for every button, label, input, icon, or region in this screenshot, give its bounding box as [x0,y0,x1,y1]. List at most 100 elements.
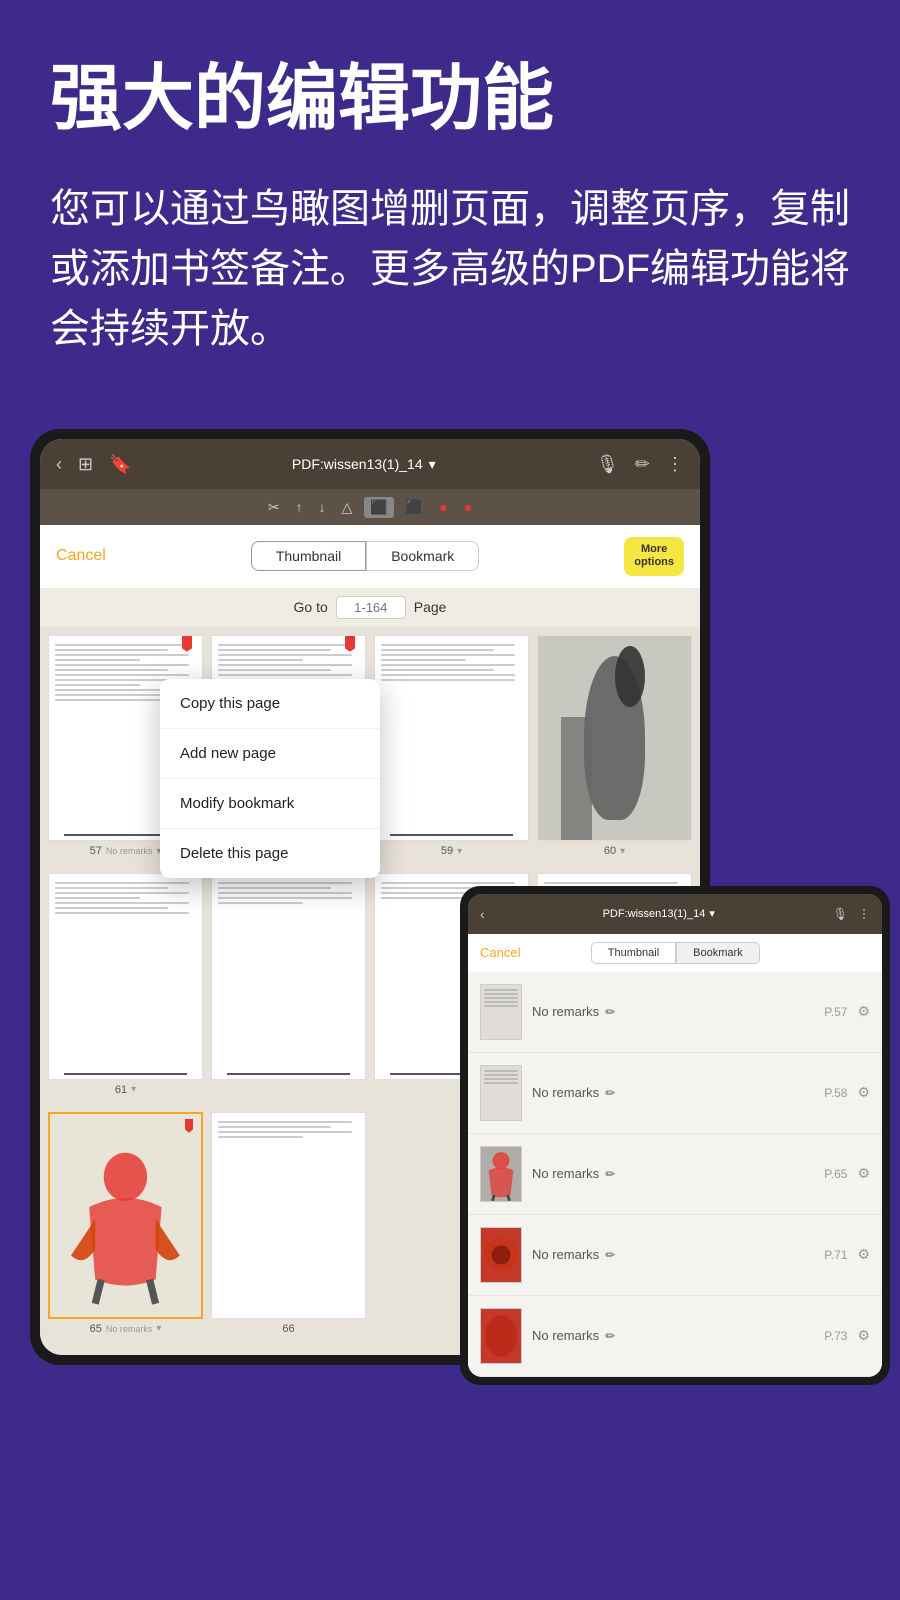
text-line [484,1078,518,1080]
tablet2-thumbnail-tab[interactable]: Thumbnail [591,942,676,964]
bookmark-text: No remarks [532,1085,599,1100]
edit-icon[interactable]: ✏ [605,1329,615,1343]
list-item[interactable]: No remarks ✏ P.65 ⚙ [468,1134,882,1215]
tool-6[interactable]: ⬛ [402,495,427,520]
text-line [381,659,466,661]
text-line [218,1131,352,1133]
edit-icon[interactable]: ✏ [605,1086,615,1100]
text-line [55,669,168,671]
cancel-button[interactable]: Cancel [56,547,106,565]
thumbnail-tab[interactable]: Thumbnail [251,541,366,571]
text-line [218,1126,331,1128]
tablet2-tabs: Thumbnail Bookmark [591,942,760,964]
page-number-label: 60 ▾ [604,845,625,857]
tablet2-bookmark-tab[interactable]: Bookmark [676,942,760,964]
gear-icon[interactable]: ⚙ [857,1246,870,1263]
bookmark-label: No remarks ✏ [532,1247,814,1262]
page-underline [64,1073,186,1075]
text-line [218,897,352,899]
figure-svg [65,1134,186,1316]
page-65-thumb[interactable] [48,1112,203,1319]
edit-icon[interactable]: ✏ [605,1005,615,1019]
pdf-title-2: PDF:wissen13(1)_14 [603,908,706,920]
list-item[interactable]: 66 [211,1112,366,1335]
copy-page-item[interactable]: Copy this page [160,679,380,729]
pdf-title: PDF:wissen13(1)_14 [292,456,423,472]
text-line [484,1005,518,1007]
mic-icon-2[interactable]: 🎙 [833,907,848,921]
mic-icon[interactable]: 🎙 [596,454,619,475]
bookmark-page: P.73 [824,1329,847,1343]
list-item[interactable]: 65 No remarks ▾ [48,1112,203,1335]
page-60-thumb[interactable] [537,635,692,842]
gear-icon[interactable]: ⚙ [857,1003,870,1020]
tool-4[interactable]: △ [338,495,357,520]
thumbnail-header: Cancel Thumbnail Bookmark More options [40,525,700,587]
page-59-thumb[interactable] [374,635,529,842]
text-line [218,1136,303,1138]
list-item[interactable] [211,873,366,1096]
list-item[interactable]: 61 ▾ [48,873,203,1096]
tool-8[interactable]: ● [460,495,476,519]
text-line [218,644,352,646]
page-content [375,636,528,841]
bookmark-thumb-73 [480,1308,522,1364]
text-line [55,659,140,661]
topbar-center: PDF:wissen13(1)_14 ▾ [292,456,436,473]
thumb-content [481,1066,521,1090]
edit-icon[interactable]: ✏ [605,1167,615,1181]
pencil-icon[interactable]: ✏ [635,454,650,475]
tool-5[interactable]: ⬛ [364,497,393,518]
more-icon[interactable]: ⋮ [666,454,684,475]
topbar-right: 🎙 ✏ ⋮ [596,454,684,475]
goto-input[interactable] [336,596,406,619]
page-61-thumb[interactable] [48,873,203,1080]
page-62-thumb[interactable] [211,873,366,1080]
bookmark-flag [182,636,192,652]
bookmark-text: No remarks [532,1166,599,1181]
list-item[interactable]: No remarks ✏ P.73 ⚙ [468,1296,882,1377]
tablet2-cancel-button[interactable]: Cancel [480,945,520,960]
text-line [484,989,518,991]
text-line [381,882,515,884]
page-66-thumb[interactable] [211,1112,366,1319]
tool-1[interactable]: ✂ [264,495,284,520]
text-line [381,674,515,676]
add-page-item[interactable]: Add new page [160,729,380,779]
text-line [381,649,494,651]
back-icon-2[interactable]: ‹ [480,906,485,922]
text-line [55,654,189,656]
bookmark-thumb-71 [480,1227,522,1283]
more-options-button[interactable]: More options [624,537,684,575]
tool-3[interactable]: ↓ [315,495,330,519]
grid-icon[interactable]: ⊞ [78,454,93,475]
bookmark-icon[interactable]: 🔖 [109,454,131,475]
modify-bookmark-item[interactable]: Modify bookmark [160,779,380,829]
gear-icon[interactable]: ⚙ [857,1327,870,1344]
more-icon-2[interactable]: ⋮ [858,907,870,921]
page-num: 57 [90,845,102,857]
edit-icon[interactable]: ✏ [605,1248,615,1262]
text-line [218,664,352,666]
page-number-label: 66 [282,1323,294,1335]
bookmark-tab[interactable]: Bookmark [366,541,479,571]
list-item[interactable]: No remarks ✏ P.57 ⚙ [468,972,882,1053]
back-icon[interactable]: ‹ [56,454,62,475]
tool-2[interactable]: ↑ [292,495,307,519]
pdf-toolbar: ✂ ↑ ↓ △ ⬛ ⬛ ● ● [40,489,700,525]
gear-icon[interactable]: ⚙ [857,1165,870,1182]
text-line [55,892,189,894]
tool-7[interactable]: ● [435,495,451,519]
gear-icon[interactable]: ⚙ [857,1084,870,1101]
list-item[interactable]: 60 ▾ [537,635,692,858]
bookmark-text: No remarks [532,1247,599,1262]
list-item[interactable]: No remarks ✏ P.58 ⚙ [468,1053,882,1134]
list-item[interactable]: 59 ▾ [374,635,529,858]
figure-head [615,646,646,707]
title-chevron-2: ▾ [709,907,715,920]
list-item[interactable]: No remarks ✏ P.71 ⚙ [468,1215,882,1296]
delete-page-item[interactable]: Delete this page [160,829,380,878]
bookmark-label: No remarks ✏ [532,1166,814,1181]
title-chevron: ▾ [429,456,436,473]
thumb-content [481,985,521,1013]
